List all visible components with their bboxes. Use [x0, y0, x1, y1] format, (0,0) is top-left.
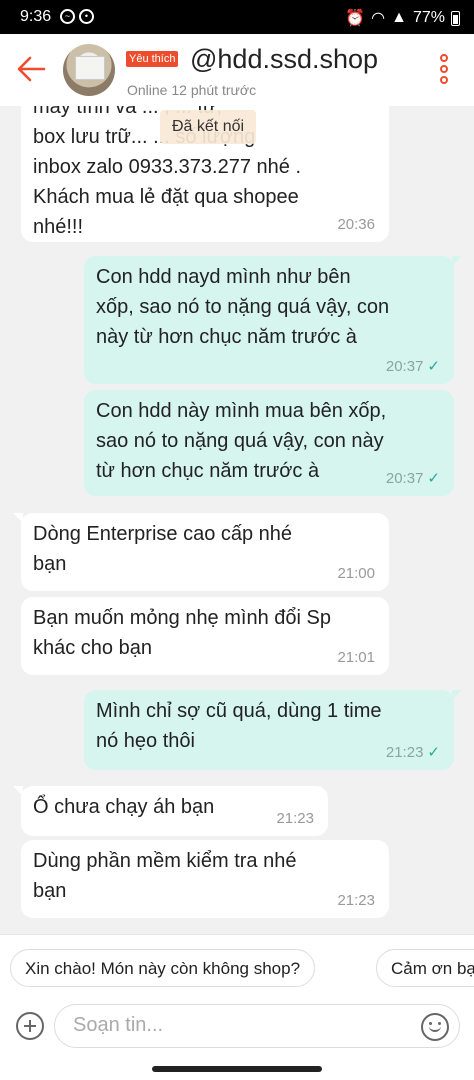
message-text: Ổ chưa chạy áh bạn — [33, 796, 215, 818]
message-time: 20:37 — [385, 358, 424, 375]
message-bubble-incoming[interactable]: Ổ chưa chạy áh bạn 21:23 — [13, 786, 328, 836]
message-time: 21:00 — [337, 565, 375, 582]
message-bubble-outgoing[interactable]: Con hdd này mình mua bên xốp, sao nó to … — [84, 390, 454, 496]
message-text: Con hdd nayd mình như bên xốp, sao nó to… — [96, 266, 390, 348]
favorite-badge: Yêu thích — [126, 51, 179, 67]
compose-bar — [0, 1000, 474, 1058]
message-time: 20:37 — [385, 470, 424, 487]
more-options-icon[interactable] — [440, 54, 450, 88]
messenger-icon: ~ — [60, 9, 75, 24]
message-time: 21:23 — [337, 892, 375, 909]
system-icons: ⏰ ◠ ▲ 77% — [345, 8, 460, 28]
message-status: 20:37 ✓ — [386, 470, 440, 488]
message-time: 21:23 — [385, 744, 424, 761]
message-time: 20:36 — [337, 216, 375, 233]
status-bar: 9:36 ~ • ⏰ ◠ ▲ 77% — [0, 0, 474, 34]
battery-percent: 77% — [412, 9, 445, 26]
system-nav-bar — [0, 1058, 474, 1080]
message-input[interactable] — [71, 1013, 405, 1038]
message-text: Bạn muốn mỏng nhẹ mình đổi Sp khác cho b… — [33, 607, 331, 659]
message-time: 21:01 — [337, 649, 375, 666]
message-list[interactable]: Đã kết nối máy tính và ... , ... tư, box… — [0, 106, 474, 930]
connection-toast: Đã kết nối — [160, 110, 257, 144]
message-bubble-outgoing[interactable]: Con hdd nayd mình như bên xốp, sao nó to… — [84, 256, 462, 384]
message-input-container[interactable] — [54, 1004, 460, 1048]
wifi-icon: ◠ — [371, 10, 386, 27]
shop-name[interactable]: @hdd.ssd.shop — [190, 44, 378, 75]
message-status: 21:23 ✓ — [386, 744, 440, 762]
message-text: Dòng Enterprise cao cấp nhé bạn — [33, 523, 293, 575]
clock: 9:36 — [20, 8, 52, 25]
signal-icon: ▲ — [391, 9, 407, 26]
quick-reply-chip[interactable]: Xin chào! Món này còn không shop? — [10, 949, 316, 987]
shop-avatar[interactable] — [63, 44, 115, 96]
battery-icon — [451, 10, 460, 26]
home-gesture-handle[interactable] — [152, 1066, 322, 1072]
message-bubble-incoming[interactable]: Bạn muốn mỏng nhẹ mình đổi Sp khác cho b… — [21, 597, 389, 675]
alarm-icon: ⏰ — [345, 10, 366, 27]
back-arrow-icon[interactable] — [14, 54, 50, 84]
sent-check-icon: ✓ — [427, 744, 440, 761]
message-bubble-incoming[interactable]: Dùng phần mềm kiểm tra nhé bạn 21:23 — [21, 840, 389, 918]
quick-reply-bar: Xin chào! Món này còn không shop? Cảm ơn… — [0, 934, 474, 1001]
message-text: Dùng phần mềm kiểm tra nhé bạn — [33, 850, 297, 902]
online-status: Online 12 phút trước — [127, 82, 257, 98]
chat-header: Yêu thích @hdd.ssd.shop Online 12 phút t… — [0, 34, 474, 106]
sent-check-icon: ✓ — [427, 470, 440, 487]
message-bubble-outgoing[interactable]: Mình chỉ sợ cũ quá, dùng 1 time nó hẹo t… — [84, 690, 462, 770]
emoji-icon[interactable] — [421, 1013, 449, 1041]
sent-check-icon: ✓ — [427, 358, 440, 375]
accessibility-icon: • — [79, 9, 94, 24]
add-attachment-icon[interactable] — [16, 1012, 44, 1040]
message-status: 20:37 ✓ — [386, 358, 440, 376]
message-bubble-incoming[interactable]: Dòng Enterprise cao cấp nhé bạn 21:00 — [13, 513, 389, 591]
notification-icons: ~ • — [60, 9, 94, 24]
message-time: 21:23 — [276, 810, 314, 827]
quick-reply-chip[interactable]: Cảm ơn bạn — [376, 949, 474, 987]
